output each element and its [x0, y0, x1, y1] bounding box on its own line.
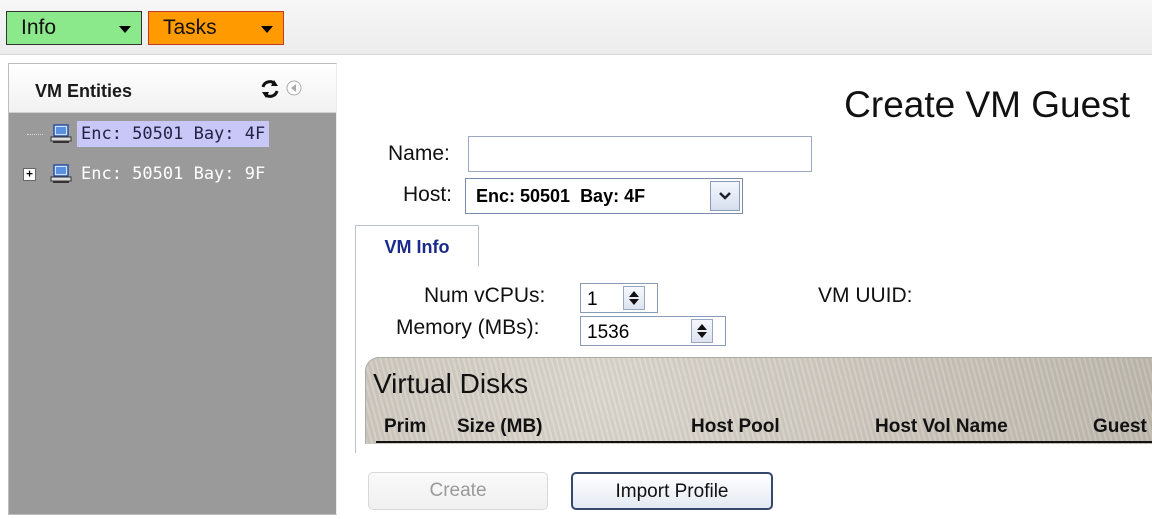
info-menu-label: Info: [21, 16, 57, 39]
page-title: Create VM Guest: [844, 84, 1130, 125]
num-vcpus-label: Num vCPUs:: [424, 284, 546, 307]
tab-strip: VM Info: [355, 225, 1152, 268]
dropdown-arrow-icon: [261, 26, 273, 33]
tree-item-bay-9f[interactable]: + Enc: 50501 Bay: 9F: [9, 160, 336, 188]
column-header-size: Size (MB): [457, 416, 543, 437]
column-header-host-vol-name: Host Vol Name: [875, 416, 1008, 437]
column-header-prim: Prim: [384, 416, 427, 437]
num-vcpus-stepper[interactable]: 1: [580, 283, 658, 313]
tasks-menu-button[interactable]: Tasks: [148, 11, 284, 45]
memory-stepper[interactable]: 1536: [580, 316, 726, 346]
dropdown-arrow-icon: [119, 26, 131, 33]
create-button[interactable]: Create: [368, 472, 548, 510]
collapse-left-icon[interactable]: [286, 80, 302, 96]
host-computer-icon: [49, 163, 73, 185]
page: Info Tasks VM Entities Enc: 50501 Bay: 4…: [0, 0, 1152, 519]
top-toolbar: Info Tasks: [0, 0, 1152, 55]
virtual-disks-panel: Virtual Disks Prim Size (MB) Host Pool H…: [365, 357, 1152, 444]
vm-entities-title: VM Entities: [35, 81, 133, 101]
vm-entities-header: VM Entities: [9, 64, 336, 113]
column-header-guest: Guest: [1093, 416, 1147, 437]
virtual-disks-title: Virtual Disks: [373, 368, 529, 399]
name-input[interactable]: [468, 136, 812, 172]
column-header-rule: [376, 441, 1152, 443]
stepper-arrows-icon[interactable]: [623, 286, 645, 310]
tree-item-label: Enc: 50501 Bay: 4F: [77, 121, 270, 147]
host-label: Host:: [403, 183, 453, 206]
refresh-icon[interactable]: [259, 78, 281, 100]
host-computer-icon: [49, 123, 73, 145]
vm-uuid-label: VM UUID:: [818, 284, 913, 307]
memory-value: 1536: [587, 322, 630, 343]
chevron-down-icon[interactable]: [710, 181, 740, 211]
name-label: Name:: [388, 142, 450, 165]
info-menu-button[interactable]: Info: [6, 11, 142, 45]
host-select[interactable]: Enc: 50501 Bay: 4F: [465, 178, 743, 214]
import-profile-button[interactable]: Import Profile: [571, 472, 773, 510]
column-header-host-pool: Host Pool: [691, 416, 780, 437]
memory-label: Memory (MBs):: [396, 316, 540, 339]
tab-vm-info[interactable]: VM Info: [355, 225, 479, 267]
num-vcpus-value: 1: [587, 289, 598, 310]
tree-item-label: Enc: 50501 Bay: 9F: [81, 164, 266, 184]
tree-connector: [27, 134, 43, 135]
vm-entities-panel: VM Entities Enc: 50501 Bay: 4F + Enc: 50…: [8, 63, 337, 515]
stepper-arrows-icon[interactable]: [691, 319, 713, 343]
tasks-menu-label: Tasks: [163, 16, 217, 39]
host-select-value: Enc: 50501 Bay: 4F: [476, 186, 646, 206]
tree-item-bay-4f[interactable]: Enc: 50501 Bay: 4F: [9, 120, 336, 148]
expand-plus-icon[interactable]: +: [23, 168, 36, 181]
